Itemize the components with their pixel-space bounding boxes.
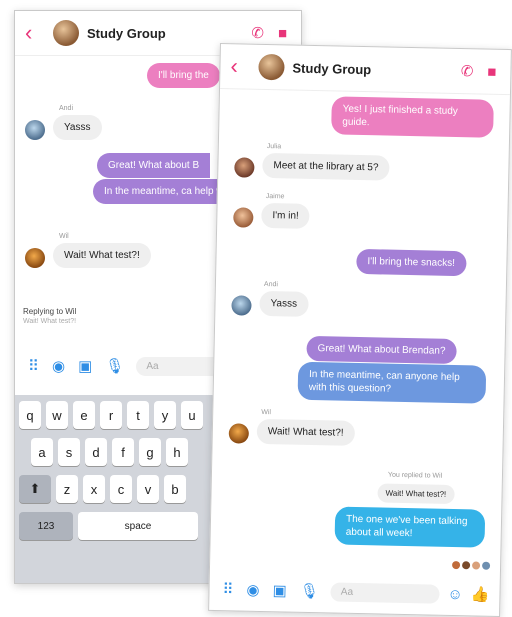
avatar[interactable] [231,295,252,316]
conversation-header: ‹ Study Group ✆ ■ [220,44,511,96]
avatar[interactable] [234,157,255,178]
key[interactable]: s [58,438,80,466]
emoji-icon[interactable]: ☺ [447,585,463,602]
key[interactable]: w [46,401,68,429]
message-bubble[interactable]: Yasss [259,290,309,317]
message-bubble[interactable]: Meet at the library at 5? [262,152,390,181]
avatar [462,561,471,570]
sender-name: Wil [261,408,272,417]
message-bubble[interactable]: Yasss [53,115,102,140]
space-key[interactable]: space [78,512,198,540]
message-row: Wait! What test?! [25,243,151,268]
key[interactable]: g [139,438,161,466]
key[interactable]: v [137,475,159,503]
message-row: I'll bring the snacks! [356,248,467,277]
avatar[interactable] [25,248,45,268]
key[interactable]: y [154,401,176,429]
sender-name: Jaime [265,192,285,201]
reply-note: You replied to Wil [387,471,443,480]
message-bubble[interactable]: Wait! What test?! [256,418,355,446]
front-phone-screen: ‹ Study Group ✆ ■ Yes! I just finished a… [208,43,512,617]
numbers-key[interactable]: 123 [19,512,73,540]
composer-bar: ⠿ ◉ ▣ 🎙 Aa ☺ 👍 [209,574,500,610]
phone-call-icon[interactable]: ✆ [251,24,264,42]
group-avatar[interactable] [258,53,285,81]
back-icon[interactable]: ‹ [230,53,255,79]
conversation-title[interactable]: Study Group [87,26,251,41]
message-bubble[interactable]: I'm in! [261,202,310,229]
image-icon[interactable]: ▣ [272,581,287,599]
image-icon[interactable]: ▣ [78,357,92,375]
avatar[interactable] [233,207,254,228]
key[interactable]: h [166,438,188,466]
key[interactable]: a [31,438,53,466]
message-bubble[interactable]: Wait! What test?! [53,243,151,268]
message-row: Meet at the library at 5? [234,152,390,181]
sender-name: Andi [59,105,74,112]
conversation-title[interactable]: Study Group [292,60,461,79]
message-row: The one we've been talking about all wee… [334,506,486,548]
key[interactable]: t [127,401,149,429]
key[interactable]: b [164,475,186,503]
key[interactable]: r [100,401,122,429]
key[interactable]: u [181,401,203,429]
message-row: Great! What about Brendan? [306,335,457,365]
key[interactable]: x [83,475,105,503]
message-bubble[interactable]: In the meantime, can anyone help with th… [297,361,487,404]
key[interactable]: c [110,475,132,503]
video-call-icon[interactable]: ■ [278,25,287,42]
message-row: I'll bring the [147,63,220,88]
message-row: Yes! I just finished a study guide. [331,96,494,138]
message-row: Yasss [231,290,309,317]
camera-icon[interactable]: ◉ [52,357,65,375]
message-bubble[interactable]: Great! What about Brendan? [306,335,457,365]
message-bubble[interactable]: Great! What about B [97,153,211,178]
message-row: In the meantime, can anyone help with th… [297,361,487,404]
message-row: Yasss [25,115,102,140]
back-icon[interactable]: ‹ [25,20,49,46]
shift-key[interactable]: ⬆ [19,475,51,503]
key[interactable]: f [112,438,134,466]
message-bubble[interactable]: I'll bring the snacks! [356,248,467,277]
video-call-icon[interactable]: ■ [487,63,496,80]
message-row: Great! What about B [97,153,211,178]
microphone-icon[interactable]: 🎙 [105,357,124,375]
group-avatar[interactable] [53,20,79,46]
sender-name: Wil [59,233,69,240]
message-bubble[interactable]: I'll bring the [147,63,220,88]
sender-name: Julia [266,143,282,151]
apps-grid-icon[interactable]: ⠿ [28,357,39,375]
message-row: Wait! What test?! [377,483,455,505]
camera-icon[interactable]: ◉ [246,581,259,599]
message-row: Wait! What test?! [228,418,355,446]
apps-grid-icon[interactable]: ⠿ [222,580,233,598]
message-bubble[interactable]: Yes! I just finished a study guide. [331,96,494,138]
phone-call-icon[interactable]: ✆ [461,62,474,80]
sender-name: Andi [263,280,279,289]
key[interactable]: d [85,438,107,466]
avatar[interactable] [25,120,45,140]
key[interactable]: e [73,401,95,429]
key[interactable]: q [19,401,41,429]
message-input[interactable]: Aa [330,581,440,604]
avatar [482,561,491,570]
message-row: I'm in! [233,202,310,229]
avatar[interactable] [228,423,250,444]
microphone-icon[interactable]: 🎙 [300,582,319,600]
key[interactable]: z [56,475,78,503]
avatar [472,561,481,570]
read-receipts [452,560,491,570]
message-bubble[interactable]: The one we've been talking about all wee… [334,506,486,548]
quoted-message[interactable]: Wait! What test?! [377,483,455,505]
thumbs-up-icon[interactable]: 👍 [471,585,490,603]
avatar [452,560,461,570]
